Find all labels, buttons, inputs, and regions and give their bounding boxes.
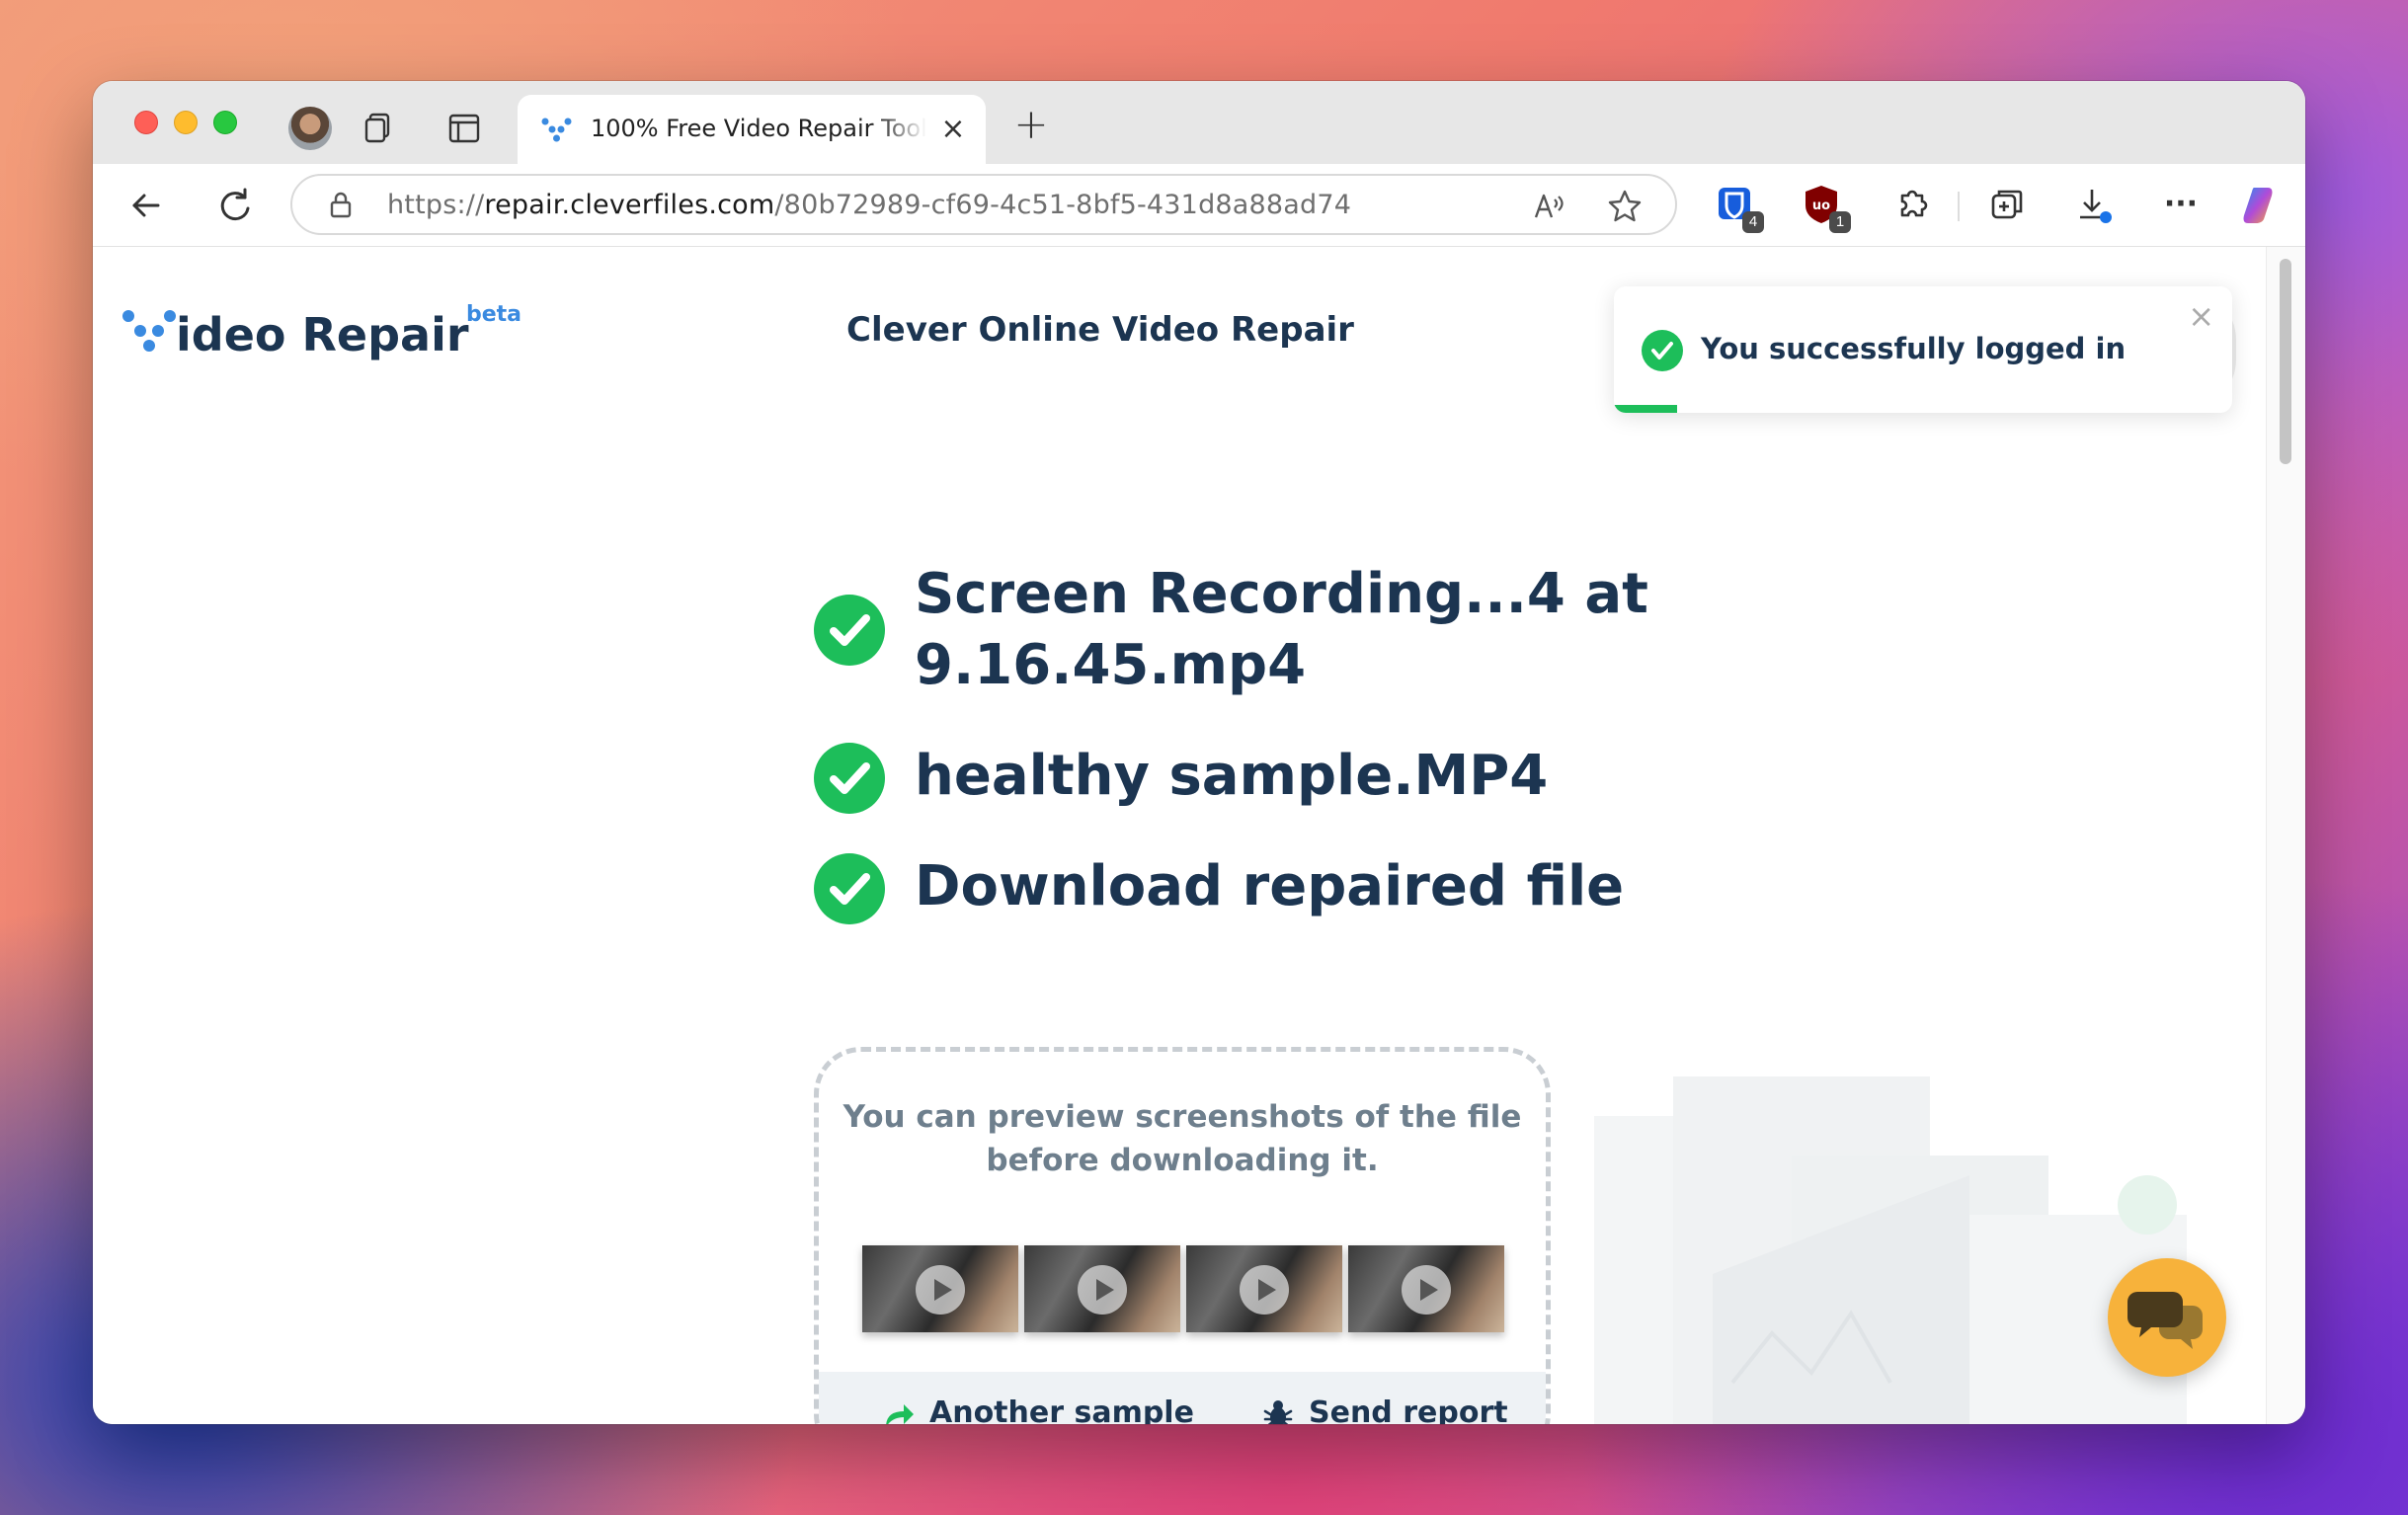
close-window-button[interactable]	[134, 111, 158, 134]
extensions-puzzle-icon[interactable]	[1888, 182, 1936, 229]
play-icon	[1078, 1265, 1127, 1315]
step-1-filename-line1: Screen Recording...4 at	[915, 562, 1648, 626]
browser-window: 100% Free Video Repair Tool Online × + h…	[93, 81, 2305, 1424]
tab-active[interactable]: 100% Free Video Repair Tool Online ×	[518, 95, 986, 164]
browser-toolbar: https://repair.cleverfiles.com/80b72989-…	[93, 164, 2305, 247]
workspaces-icon[interactable]	[361, 111, 397, 146]
toast-message: You successfully logged in	[1701, 332, 2127, 365]
step-1-filename-line2: 9.16.45.mp4	[915, 633, 1307, 697]
read-aloud-icon[interactable]	[1531, 188, 1568, 225]
toolbar-divider	[1958, 192, 1960, 221]
beta-badge: beta	[466, 302, 522, 327]
step-3-check-icon	[814, 853, 885, 924]
step-2-label: healthy sample.MP4	[915, 744, 1549, 808]
url-path: /80b72989-cf69-4c51-8bf5-431d8a88ad74	[774, 190, 1352, 220]
tab-close-button[interactable]: ×	[936, 113, 970, 146]
preview-card-footer: Another sample Send report	[819, 1372, 1546, 1424]
preview-thumbnail[interactable]	[1186, 1245, 1342, 1332]
tab-title: 100% Free Video Repair Tool Online	[591, 115, 926, 142]
extension-badge: 4	[1742, 211, 1764, 233]
url-domain: repair.cleverfiles.com	[484, 190, 775, 220]
preview-description: You can preview screenshots of the file …	[819, 1095, 1546, 1182]
extension-badge: 1	[1829, 211, 1851, 233]
collections-icon[interactable]	[1983, 182, 2031, 229]
preview-thumbnail[interactable]	[1348, 1245, 1504, 1332]
play-icon	[1402, 1265, 1451, 1315]
share-arrow-icon	[886, 1404, 914, 1424]
logo-dots-icon	[122, 310, 176, 352]
preview-thumbnails	[862, 1245, 1504, 1336]
url-scheme: https://	[387, 190, 485, 220]
downloads-icon[interactable]	[2070, 182, 2118, 229]
svg-text:uo: uo	[1812, 199, 1830, 213]
reload-icon[interactable]	[211, 182, 259, 229]
address-bar[interactable]: https://repair.cleverfiles.com/80b72989-…	[290, 174, 1677, 235]
ublock-extension-button[interactable]: uo 1	[1800, 182, 1851, 233]
back-arrow-icon[interactable]	[122, 182, 170, 229]
chat-bubbles-icon	[2127, 1292, 2203, 1349]
page-header-title: Clever Online Video Repair	[846, 310, 1354, 350]
favorite-star-icon[interactable]	[1606, 188, 1644, 225]
url-text[interactable]: https://repair.cleverfiles.com/80b72989-…	[387, 190, 1351, 220]
success-toast: You successfully logged in ×	[1614, 286, 2232, 413]
preview-card: You can preview screenshots of the file …	[814, 1047, 1551, 1424]
send-report-label: Send report	[1309, 1395, 1508, 1424]
scrollbar-thumb[interactable]	[2280, 259, 2291, 464]
lock-icon[interactable]	[326, 190, 356, 219]
toast-progress-bar	[1614, 405, 1677, 413]
play-icon	[1240, 1265, 1289, 1315]
video-repair-favicon-icon	[541, 118, 572, 142]
preview-thumbnail[interactable]	[1024, 1245, 1180, 1332]
new-tab-button[interactable]: +	[1011, 104, 1051, 145]
tab-bar: 100% Free Video Repair Tool Online × +	[93, 81, 2305, 164]
preview-thumbnail[interactable]	[862, 1245, 1018, 1332]
vertical-tabs-icon[interactable]	[446, 111, 482, 146]
another-sample-label: Another sample	[929, 1395, 1194, 1424]
step-2-check-icon	[814, 743, 885, 814]
more-menu-button[interactable]: ···	[2157, 190, 2205, 219]
chat-button[interactable]	[2108, 1258, 2226, 1377]
play-icon	[916, 1265, 965, 1315]
copilot-icon[interactable]	[2238, 182, 2286, 229]
page-scrollbar[interactable]	[2266, 247, 2305, 1424]
bug-icon	[1263, 1400, 1293, 1424]
bitwarden-extension-button[interactable]: 4	[1713, 182, 1764, 233]
profile-avatar[interactable]	[288, 107, 332, 150]
toast-close-button[interactable]: ×	[2188, 300, 2214, 332]
web-page: ideo Repair beta Clever Online Video Rep…	[93, 247, 2266, 1424]
minimize-window-button[interactable]	[174, 111, 198, 134]
step-3-label: Download repaired file	[915, 854, 1625, 918]
step-1-check-icon	[814, 595, 885, 666]
logo-text: ideo Repair	[176, 308, 469, 361]
zoom-window-button[interactable]	[213, 111, 237, 134]
preview-description-line2: before downloading it.	[986, 1143, 1379, 1178]
preview-description-line1: You can preview screenshots of the file	[843, 1099, 1522, 1135]
success-check-icon	[1642, 330, 1683, 371]
